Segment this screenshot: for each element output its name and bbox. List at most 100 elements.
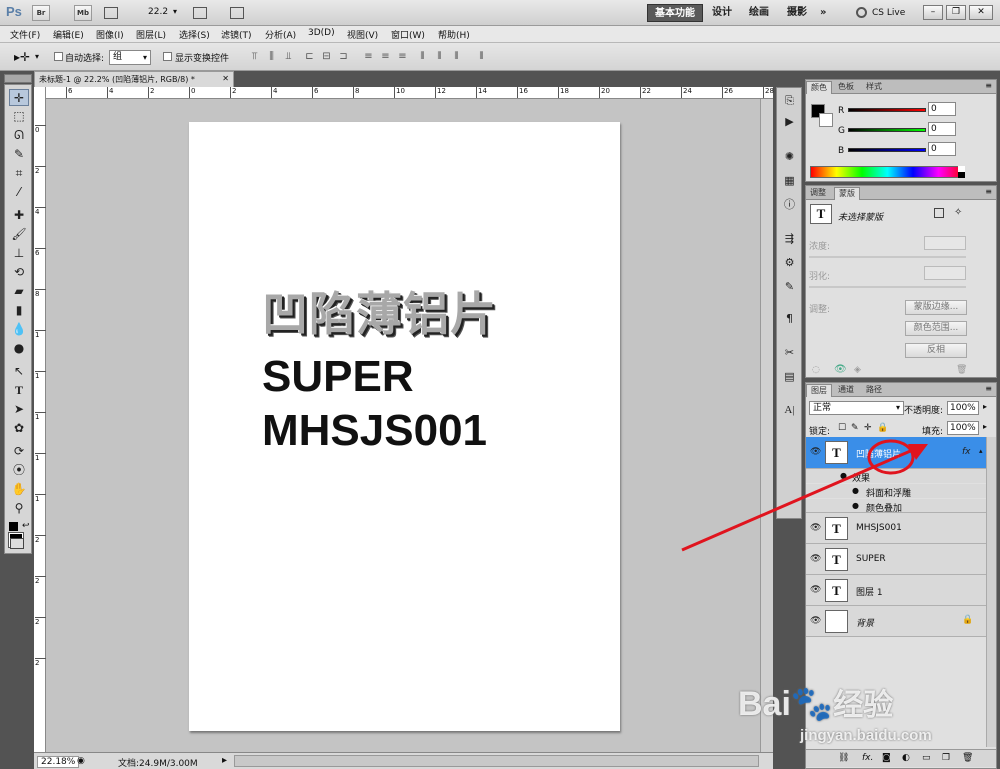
menu-file[interactable]: 文件(F) <box>10 28 40 41</box>
cs-live-button[interactable]: CS Live <box>872 8 905 18</box>
green-slider[interactable] <box>848 128 926 132</box>
workspace-photography[interactable]: 摄影 <box>780 4 814 22</box>
vector-mask-icon[interactable]: ✧ <box>954 207 962 218</box>
show-transform-checkbox[interactable] <box>163 52 172 61</box>
align-hcenter-icon[interactable]: ⊟ <box>320 51 333 63</box>
distribute-vcenter-icon[interactable]: ≡ <box>379 51 392 63</box>
blend-mode-select[interactable]: 正常 ▾ <box>809 401 904 415</box>
brush-tool-icon[interactable]: 🖌 <box>9 226 29 243</box>
pixel-mask-icon[interactable] <box>934 208 944 218</box>
load-selection-icon[interactable]: ◌ <box>812 365 820 375</box>
auto-select-dropdown[interactable]: 组 ▾ <box>109 50 151 65</box>
direct-select-tool-icon[interactable]: ➤ <box>9 401 29 418</box>
green-value[interactable]: 0 <box>928 122 956 136</box>
history-panel-icon[interactable]: ⎘ <box>781 92 798 109</box>
menu-image[interactable]: 图像(I) <box>96 28 124 41</box>
workspace-painting[interactable]: 绘画 <box>742 4 776 22</box>
menu-analysis[interactable]: 分析(A) <box>265 28 296 41</box>
menu-select[interactable]: 选择(S) <box>179 28 210 41</box>
status-zoom[interactable]: 22.18% <box>37 756 80 768</box>
tab-color[interactable]: 颜色 <box>806 81 832 94</box>
mask-edge-button[interactable]: 蒙版边缘... <box>905 300 967 315</box>
zoom-tool-icon[interactable]: ⚲ <box>9 500 29 517</box>
tab-layers[interactable]: 图层 <box>806 384 832 397</box>
layers-scrollbar[interactable] <box>986 437 996 747</box>
restore-button[interactable]: ❐ <box>946 5 966 20</box>
delete-mask-icon[interactable]: 🗑 <box>956 365 967 375</box>
feather-field[interactable] <box>924 266 966 280</box>
link-layers-icon[interactable]: ⛓ <box>838 753 849 763</box>
status-arrow-icon[interactable]: ▸ <box>222 755 227 766</box>
eraser-tool-icon[interactable]: ▰ <box>9 283 29 300</box>
view-mask-icon[interactable]: 👁 <box>834 364 847 375</box>
mini-bridge-button[interactable]: Mb <box>74 5 92 21</box>
history-brush-tool-icon[interactable]: ⟲ <box>9 264 29 281</box>
align-right-icon[interactable]: ⊐ <box>337 51 350 63</box>
panel-menu-icon[interactable]: ≡ <box>985 384 992 393</box>
add-mask-icon[interactable]: ◙ <box>882 753 891 763</box>
opacity-value[interactable]: 100% <box>947 401 979 415</box>
distribute-bottom-icon[interactable]: ≡ <box>396 51 409 63</box>
type-tool-icon[interactable]: T <box>9 382 29 399</box>
red-value[interactable]: 0 <box>928 102 956 116</box>
menu-help[interactable]: 帮助(H) <box>438 28 470 41</box>
new-layer-icon[interactable]: ❐ <box>942 753 950 763</box>
tab-masks[interactable]: 蒙版 <box>834 187 860 200</box>
color-spectrum-bar[interactable] <box>810 166 965 178</box>
panel-menu-icon[interactable]: ≡ <box>985 81 992 90</box>
distribute-left-icon[interactable]: ⦀ <box>416 51 429 63</box>
paragraph-panel-icon[interactable]: ¶ <box>781 310 798 327</box>
3d-orbit-tool-icon[interactable]: ⦿ <box>9 462 29 479</box>
quick-select-tool-icon[interactable]: ✎ <box>9 146 29 163</box>
zoom-level-menu[interactable]: 22.2 <box>148 7 168 17</box>
info-panel-icon[interactable]: ⓘ <box>781 196 798 213</box>
clone-stamp-tool-icon[interactable]: ⊥ <box>9 245 29 262</box>
view-extras-icon[interactable] <box>104 7 118 19</box>
move-tool-preset-icon[interactable]: ▸✛ <box>14 50 30 64</box>
blue-value[interactable]: 0 <box>928 142 956 156</box>
tab-channels[interactable]: 通道 <box>834 384 858 397</box>
actions-panel-icon[interactable]: ▶ <box>781 113 798 130</box>
move-tool-icon[interactable]: ✛ <box>9 89 29 106</box>
close-icon[interactable]: ✕ <box>222 74 229 83</box>
screen-mode-icon[interactable] <box>230 7 244 19</box>
document-tab[interactable]: 未标题-1 @ 22.2% (凹陷薄铝片, RGB/8) * ✕ <box>34 71 234 87</box>
workspace-more[interactable]: » <box>813 4 833 22</box>
chevron-right-icon[interactable]: ▸ <box>983 422 987 431</box>
eyedropper-tool-icon[interactable]: ⁄ <box>9 184 29 201</box>
document-horizontal-scrollbar[interactable] <box>234 755 759 767</box>
distribute-top-icon[interactable]: ≡ <box>362 51 375 63</box>
feather-slider[interactable] <box>809 286 966 288</box>
3d-panel-icon[interactable]: ✂ <box>781 344 798 361</box>
tab-styles[interactable]: 样式 <box>862 81 886 94</box>
menu-view[interactable]: 视图(V) <box>347 28 378 41</box>
align-bottom-icon[interactable]: ⫫ <box>282 51 295 63</box>
new-group-icon[interactable]: ▭ <box>922 753 931 763</box>
eye-icon[interactable]: 👁 <box>810 616 821 626</box>
delete-layer-icon[interactable]: 🗑 <box>962 753 973 763</box>
auto-align-icon[interactable]: ⫴ <box>475 51 488 63</box>
default-colors-icon[interactable] <box>9 522 18 531</box>
clone-source-panel-icon[interactable]: ▦ <box>781 172 798 189</box>
menu-window[interactable]: 窗口(W) <box>391 28 425 41</box>
workspace-design[interactable]: 设计 <box>705 4 739 22</box>
align-left-icon[interactable]: ⊏ <box>303 51 316 63</box>
eye-icon[interactable]: 👁 <box>810 585 821 595</box>
menu-edit[interactable]: 编辑(E) <box>53 28 84 41</box>
lasso-tool-icon[interactable]: ᘏ <box>9 127 29 144</box>
layer-row-background[interactable]: 👁 背景 🔒 <box>806 606 996 637</box>
dodge-tool-icon[interactable]: ● <box>9 340 29 357</box>
fill-value[interactable]: 100% <box>947 421 979 435</box>
chevron-up-icon[interactable]: ▴ <box>979 447 983 455</box>
panel-menu-icon[interactable]: ≡ <box>985 187 992 196</box>
minimize-button[interactable]: – <box>923 5 943 20</box>
workspace-essentials[interactable]: 基本功能 <box>647 4 703 22</box>
chevron-right-icon[interactable]: ▸ <box>983 402 987 411</box>
tab-swatches[interactable]: 色板 <box>834 81 858 94</box>
marquee-tool-icon[interactable]: ⬚ <box>9 108 29 125</box>
add-style-icon[interactable]: fx. <box>862 753 873 763</box>
auto-select-checkbox[interactable] <box>54 52 63 61</box>
align-top-icon[interactable]: ⫪ <box>248 51 261 63</box>
3d-rotate-tool-icon[interactable]: ⟳ <box>9 443 29 460</box>
notes-panel-icon[interactable]: ✎ <box>781 278 798 295</box>
